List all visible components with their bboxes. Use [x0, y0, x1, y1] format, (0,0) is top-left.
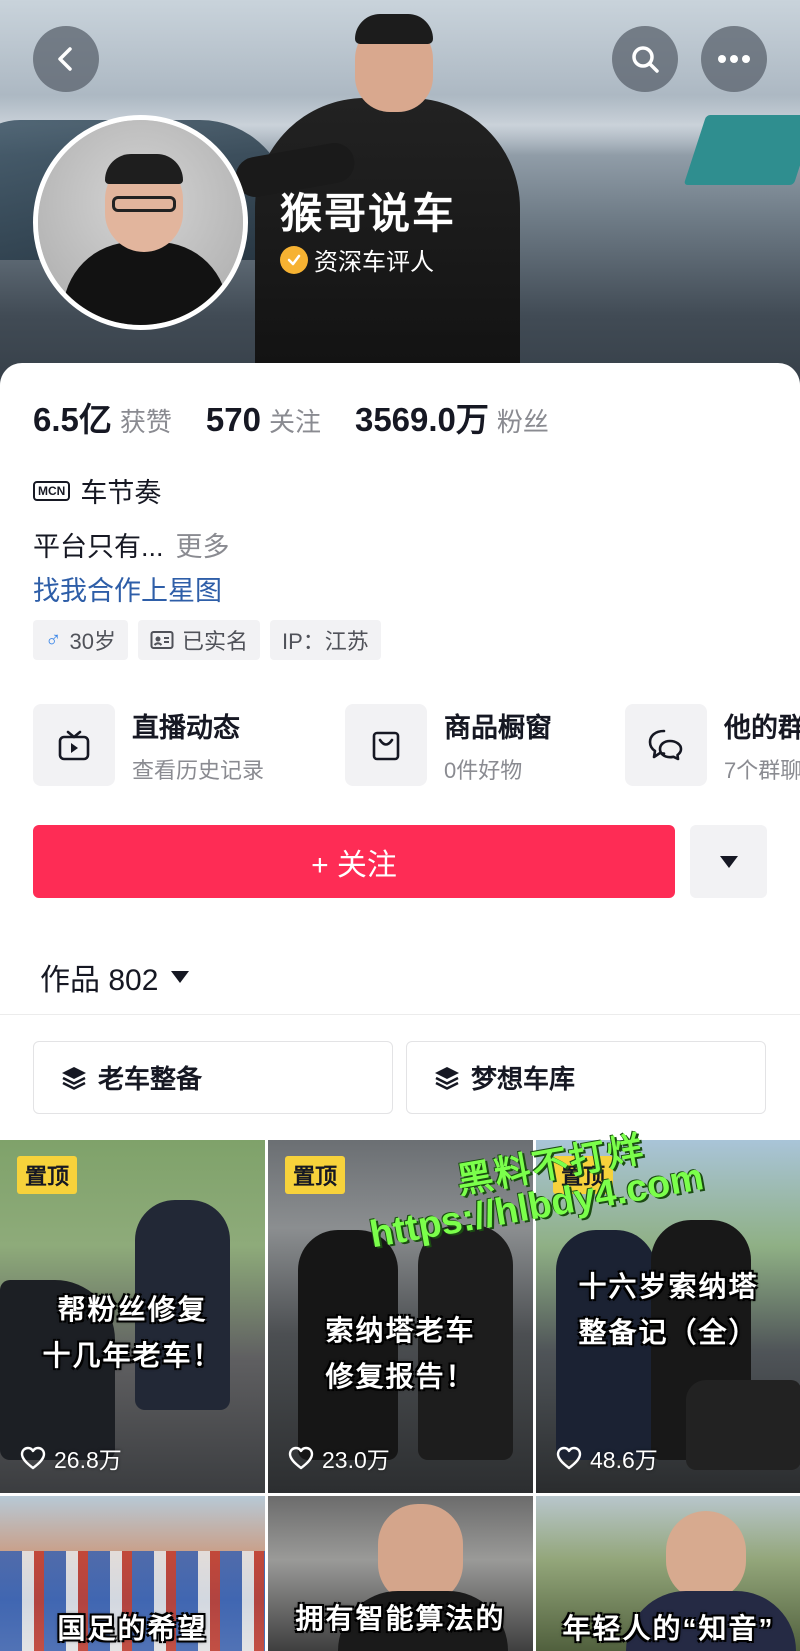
bio-text: 平台只有... — [33, 532, 164, 562]
heart-icon — [556, 1446, 582, 1470]
shopping-bag-icon — [372, 731, 400, 761]
profile-tags: ♂ 30岁 已实名 IP：江苏 — [33, 620, 381, 660]
profile-name: 猴哥说车 — [280, 190, 457, 237]
gender-age-tag: ♂ 30岁 — [33, 620, 128, 660]
video-likes: 26.8万 — [20, 1441, 122, 1475]
tv-icon — [58, 730, 90, 761]
pinned-badge: 置顶 — [17, 1156, 78, 1194]
video-likes: 48.6万 — [556, 1441, 658, 1475]
video-grid: 置顶 帮粉丝修复 十几年老车！ 26.8万 置顶 索纳塔老车 修复报告！ 23.… — [0, 1140, 800, 1651]
video-caption: 国足的希望 — [57, 1613, 208, 1644]
stats-row: 6.5亿 获赞 570 关注 3569.0万 粉丝 — [33, 393, 583, 441]
video-tile[interactable]: 置顶 索纳塔老车 修复报告！ 23.0万 — [268, 1140, 533, 1493]
followers-count[interactable]: 3569.0万 — [355, 393, 489, 441]
verified-label: 资深车评人 — [314, 249, 434, 276]
car-shape — [686, 1380, 800, 1470]
id-card-icon — [150, 631, 174, 649]
service-groups[interactable]: 他的群 7个群聊 — [625, 703, 800, 787]
back-button[interactable] — [33, 26, 99, 92]
service-shop[interactable]: 商品橱窗 0件好物 — [345, 703, 552, 787]
heart-icon — [288, 1446, 314, 1470]
followers-label: 粉丝 — [496, 407, 549, 437]
collection-dream-garage[interactable]: 梦想车库 — [406, 1041, 766, 1114]
layers-icon — [62, 1066, 86, 1090]
section-divider — [0, 1014, 800, 1015]
search-icon — [632, 46, 659, 73]
mcn-icon: MCN — [33, 480, 71, 501]
collection-label: 老车整备 — [98, 1064, 203, 1094]
chat-icon — [648, 729, 683, 761]
video-caption: 十六岁索纳塔 整备记（全） — [578, 1271, 759, 1348]
real-name-tag: 已实名 — [137, 620, 260, 660]
caret-down-icon — [171, 971, 190, 983]
following-label: 关注 — [268, 407, 321, 437]
cover-hair — [355, 14, 433, 44]
works-tab[interactable]: 作品 802 — [40, 955, 190, 999]
chevron-left-icon — [58, 47, 72, 71]
collections-row: 老车整备 梦想车库 — [33, 1041, 766, 1114]
video-caption: 年轻人的“知音” — [562, 1613, 775, 1644]
recommend-dropdown-button[interactable] — [690, 825, 767, 898]
triangle-down-icon — [719, 855, 738, 868]
following-count[interactable]: 570 — [206, 401, 261, 439]
mcn-name: 车节奏 — [80, 478, 162, 508]
pinned-badge: 置顶 — [553, 1156, 614, 1194]
service-title: 直播动态 — [132, 712, 240, 743]
pinned-badge: 置顶 — [285, 1156, 346, 1194]
male-icon: ♂ — [45, 627, 62, 652]
service-subtitle: 7个群聊 — [724, 757, 800, 783]
video-tile[interactable]: 国足的希望 — [0, 1496, 265, 1651]
service-title: 商品橱窗 — [444, 712, 552, 743]
age-label: 30岁 — [69, 629, 116, 654]
ip-label: IP：江苏 — [282, 629, 369, 654]
likes-label: 获赞 — [119, 407, 172, 437]
video-tile[interactable]: 置顶 帮粉丝修复 十几年老车！ 26.8万 — [0, 1140, 265, 1493]
bio-more-link[interactable]: 更多 — [176, 532, 230, 562]
video-caption: 索纳塔老车 修复报告！ — [325, 1315, 476, 1392]
works-label: 作品 802 — [40, 964, 159, 997]
collection-old-car[interactable]: 老车整备 — [33, 1041, 393, 1114]
video-caption: 拥有智能算法的 — [295, 1603, 506, 1634]
video-tile[interactable]: 置顶 十六岁索纳塔 整备记（全） 48.6万 — [536, 1140, 800, 1493]
service-title: 他的群 — [724, 712, 800, 743]
ip-tag: IP：江苏 — [270, 620, 381, 660]
verified-badge: 资深车评人 — [280, 242, 434, 277]
more-dots-icon — [718, 55, 750, 63]
video-likes: 23.0万 — [288, 1441, 390, 1475]
likes-count[interactable]: 6.5亿 — [33, 393, 112, 441]
video-tile[interactable]: 拥有智能算法的 — [268, 1496, 533, 1651]
xingtu-link[interactable]: 找我合作上星图 — [33, 569, 222, 608]
mcn-row[interactable]: MCN 车节奏 — [33, 471, 161, 510]
avatar[interactable] — [33, 115, 248, 330]
more-button[interactable] — [701, 26, 767, 92]
layers-icon — [435, 1066, 459, 1090]
search-button[interactable] — [612, 26, 678, 92]
service-subtitle: 查看历史记录 — [132, 757, 265, 783]
follow-button[interactable]: + 关注 — [33, 825, 675, 898]
service-live[interactable]: 直播动态 查看历史记录 — [33, 703, 264, 787]
real-name-label: 已实名 — [181, 629, 248, 654]
video-caption: 帮粉丝修复 十几年老车！ — [42, 1294, 223, 1371]
bio: 平台只有... 更多 — [33, 525, 230, 564]
video-tile[interactable]: 年轻人的“知音” — [536, 1496, 800, 1651]
service-subtitle: 0件好物 — [444, 757, 523, 783]
collection-label: 梦想车库 — [471, 1064, 576, 1094]
services-row: 直播动态 查看历史记录 商品橱窗 0件好物 他的群 7个群聊 — [33, 703, 800, 787]
person-head — [378, 1504, 463, 1604]
check-icon — [280, 245, 308, 274]
heart-icon — [20, 1446, 46, 1470]
person-head — [666, 1511, 746, 1601]
